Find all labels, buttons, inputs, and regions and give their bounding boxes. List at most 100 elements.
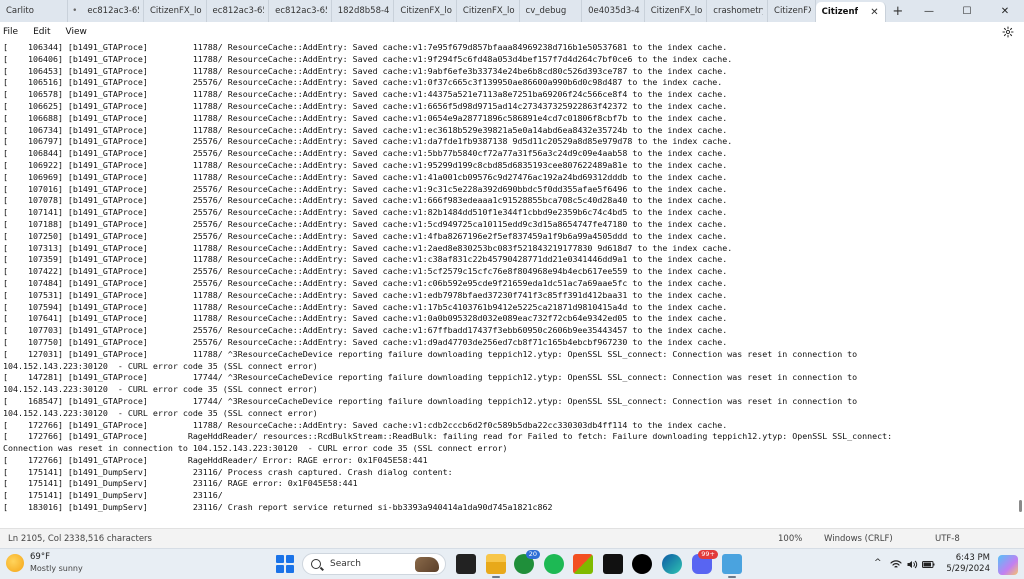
copilot-icon[interactable]: [998, 555, 1018, 575]
tab-label: 0e4035d3-49a: [588, 6, 640, 16]
spotify-icon[interactable]: [544, 554, 564, 574]
character-count: 338,516 characters: [69, 534, 152, 544]
log-line: [ 107641] [b1491_GTAProce] 11788/ Resour…: [3, 313, 728, 324]
log-line: [ 106734] [b1491_GTAProce] 11788/ Resour…: [3, 124, 728, 135]
tab-label: •: [72, 6, 78, 16]
xbox-badge: 20: [525, 550, 540, 559]
log-line: [ 107750] [b1491_GTAProce] 25576/ Resour…: [3, 336, 728, 347]
log-line: [ 175141] [b1491_DumpServ] 23116/: [3, 490, 223, 501]
xbox-icon[interactable]: 20: [514, 550, 540, 574]
clock[interactable]: 6:43 PM 5/29/2024: [946, 553, 990, 575]
notepad-icon[interactable]: [722, 554, 742, 578]
weather-description: Mostly sunny: [30, 564, 83, 573]
log-line: [ 106625] [b1491_GTAProce] 11788/ Resour…: [3, 100, 728, 111]
log-line: [ 107250] [b1491_GTAProce] 25576/ Resour…: [3, 230, 728, 241]
log-line: 104.152.143.223:30120 - CURL error code …: [3, 360, 318, 371]
log-line: 104.152.143.223:30120 - CURL error code …: [3, 384, 318, 395]
tab[interactable]: CitizenFX: [768, 0, 816, 22]
tab-label: CitizenFX_log_: [149, 6, 202, 16]
weather-widget[interactable]: 69°F Mostly sunny: [6, 552, 83, 574]
menu-edit[interactable]: Edit: [33, 27, 59, 37]
tab[interactable]: ec812ac3-65ac: [81, 0, 144, 22]
weather-temperature: 69°F: [30, 552, 50, 562]
tiktok-icon[interactable]: [632, 554, 652, 574]
tab-label: crashometry: [713, 6, 764, 16]
taskbar-search[interactable]: Search: [302, 553, 446, 575]
log-line: [ 106844] [b1491_GTAProce] 25576/ Resour…: [3, 148, 728, 159]
search-label: Search: [330, 559, 361, 569]
wifi-icon[interactable]: [890, 559, 902, 570]
discord-icon[interactable]: 99+: [692, 550, 718, 574]
edge-icon[interactable]: [662, 554, 682, 574]
log-line: [ 107531] [b1491_GTAProce] 11788/ Resour…: [3, 289, 728, 300]
volume-icon[interactable]: [906, 559, 918, 570]
new-tab-button[interactable]: +: [886, 0, 910, 22]
tab-label: CitizenFX_log_: [650, 6, 703, 16]
log-line: [ 107703] [b1491_GTAProce] 25576/ Resour…: [3, 325, 728, 336]
store-icon[interactable]: [573, 554, 593, 574]
vertical-scrollbar[interactable]: [1016, 42, 1024, 516]
log-line: [ 107484] [b1491_GTAProce] 25576/ Resour…: [3, 277, 728, 288]
windows-start-icon[interactable]: [276, 555, 294, 573]
tab[interactable]: CitizenFX_log_: [394, 0, 457, 22]
tab[interactable]: •: [68, 0, 81, 22]
log-line: [ 106406] [b1491_GTAProce] 11788/ Resour…: [3, 53, 733, 64]
tab[interactable]: CitizenFX_log_: [645, 0, 708, 22]
log-line: [ 106688] [b1491_GTAProce] 11788/ Resour…: [3, 112, 728, 123]
tab[interactable]: CitizenFX_log_: [144, 0, 207, 22]
log-line: [ 172766] [b1491_GTAProce] RageHddReader…: [3, 431, 893, 442]
log-line: [ 106969] [b1491_GTAProce] 11788/ Resour…: [3, 171, 728, 182]
log-line: [ 107422] [b1491_GTAProce] 25576/ Resour…: [3, 266, 728, 277]
zoom-level[interactable]: 100%: [778, 534, 802, 544]
menu-view[interactable]: View: [66, 27, 96, 37]
tab-label: Carlito: [6, 6, 34, 16]
battery-icon[interactable]: [922, 560, 935, 569]
tab[interactable]: 0e4035d3-49a: [582, 0, 645, 22]
minimize-button[interactable]: —: [910, 0, 948, 22]
tab[interactable]: 182d8b58-4fc1: [332, 0, 395, 22]
tab[interactable]: Carlito: [0, 0, 69, 22]
scrollbar-thumb[interactable]: [1019, 500, 1022, 512]
tab[interactable]: ec812ac3-65ac: [269, 0, 332, 22]
log-line: [ 107188] [b1491_GTAProce] 25576/ Resour…: [3, 218, 728, 229]
tab[interactable]: cv_debug: [520, 0, 583, 22]
log-line: [ 106344] [b1491_GTAProce] 11788/ Resour…: [3, 42, 728, 52]
tab-label: 182d8b58-4fc1: [337, 6, 390, 16]
encoding[interactable]: UTF-8: [935, 534, 960, 544]
log-line: [ 127031] [b1491_GTAProce] 11788/ ^3Reso…: [3, 348, 858, 359]
task-view-icon[interactable]: [456, 554, 476, 574]
log-line: [ 175141] [b1491_DumpServ] 23116/ Proces…: [3, 466, 453, 477]
tab[interactable]: ec812ac3-65ac: [207, 0, 270, 22]
log-content: [ 106344] [b1491_GTAProce] 11788/ Resour…: [0, 42, 1016, 514]
status-bar: Ln 2105, Col 2 338,516 characters 100% W…: [0, 528, 1024, 548]
log-line: [ 106578] [b1491_GTAProce] 11788/ Resour…: [3, 89, 728, 100]
taskbar: 69°F Mostly sunny Search 20 99+ ^ 6:43 P…: [0, 548, 1024, 579]
log-line: [ 107594] [b1491_GTAProce] 11788/ Resour…: [3, 301, 728, 312]
text-editor-area[interactable]: [ 106344] [b1491_GTAProce] 11788/ Resour…: [0, 42, 1016, 516]
log-line: [ 106797] [b1491_GTAProce] 25576/ Resour…: [3, 136, 733, 147]
log-line: [ 172766] [b1491_GTAProce] 11788/ Resour…: [3, 419, 728, 430]
window-controls: — ☐ ✕: [910, 0, 1024, 22]
log-line: [ 107359] [b1491_GTAProce] 11788/ Resour…: [3, 254, 728, 265]
log-line: [ 106516] [b1491_GTAProce] 25576/ Resour…: [3, 77, 723, 88]
tab-close-icon[interactable]: ✕: [870, 7, 878, 18]
tab-label: ec812ac3-65ac: [212, 6, 265, 16]
sun-icon: [6, 554, 24, 572]
log-line: [ 107141] [b1491_GTAProce] 25576/ Resour…: [3, 207, 728, 218]
tab-active[interactable]: Citizenf ✕: [815, 2, 886, 22]
hulu-icon[interactable]: [603, 554, 623, 574]
menu-file[interactable]: File: [3, 27, 27, 37]
line-endings[interactable]: Windows (CRLF): [824, 534, 893, 544]
close-button[interactable]: ✕: [986, 0, 1024, 22]
tray-chevron-icon[interactable]: ^: [874, 558, 882, 568]
cursor-position: Ln 2105, Col 2: [8, 534, 70, 544]
log-line: [ 183016] [b1491_DumpServ] 23116/ Crash …: [3, 502, 553, 513]
log-line: [ 172766] [b1491_GTAProce] RageHddReader…: [3, 454, 428, 465]
maximize-button[interactable]: ☐: [948, 0, 986, 22]
settings-gear-icon[interactable]: [1002, 26, 1014, 38]
tab[interactable]: CitizenFX_log_: [457, 0, 520, 22]
menu-bar: File Edit View: [0, 22, 1024, 42]
tab[interactable]: crashometry: [707, 0, 769, 22]
tab-label: CitizenFX_log_: [462, 6, 515, 16]
file-explorer-icon[interactable]: [486, 554, 506, 578]
